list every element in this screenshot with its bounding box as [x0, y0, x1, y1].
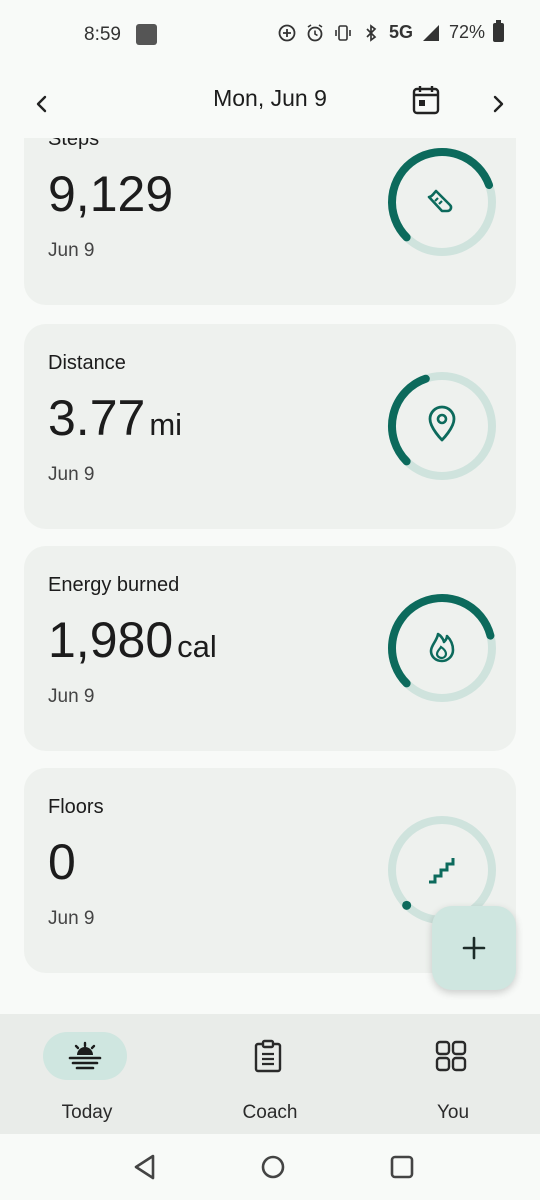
recents-icon[interactable] — [387, 1152, 417, 1182]
signal-icon — [422, 24, 439, 41]
progress-start-dot — [402, 900, 412, 910]
status-time: 8:59 — [84, 24, 121, 45]
calendar-button[interactable] — [406, 80, 446, 120]
location-pin-icon — [428, 405, 456, 442]
card-value: 9,129 — [48, 166, 173, 222]
card-label: Floors — [48, 796, 104, 818]
steps-progress-ring — [388, 148, 496, 256]
steps-card[interactable]: Steps 9,129 Jun 9 — [24, 138, 516, 305]
card-date: Jun 9 — [48, 686, 95, 707]
flame-icon — [429, 632, 455, 663]
card-date: Jun 9 — [48, 240, 95, 261]
sunrise-icon — [68, 1041, 102, 1070]
value-number: 1,980 — [48, 612, 174, 668]
nav-label: You — [436, 1102, 470, 1123]
stairs-icon — [429, 858, 455, 884]
nav-label: Today — [61, 1102, 113, 1123]
nav-item-today[interactable]: Today — [27, 1032, 147, 1123]
value-number: 0 — [48, 834, 76, 890]
chevron-right-icon — [493, 95, 504, 113]
bluetooth-icon — [366, 23, 377, 42]
value-unit: mi — [149, 407, 183, 442]
distance-card[interactable]: Distance 3.77 mi Jun 9 — [24, 324, 516, 529]
distance-progress-ring — [388, 372, 496, 480]
vibrate-icon — [335, 24, 351, 41]
date-header: Mon, Jun 9 — [0, 70, 540, 140]
grid-icon — [435, 1040, 467, 1072]
clipboard-icon — [254, 1039, 282, 1073]
energy-progress-ring — [388, 594, 496, 702]
sd-card-icon — [136, 24, 157, 45]
home-icon[interactable] — [258, 1152, 288, 1182]
card-value: 3.77 mi — [48, 390, 182, 453]
nav-icon-container — [409, 1032, 493, 1080]
battery-icon — [493, 20, 504, 42]
active-indicator — [43, 1032, 127, 1080]
shoe-icon — [427, 189, 453, 213]
add-button[interactable] — [432, 906, 516, 990]
bottom-navigation: Today Coach You — [0, 1014, 540, 1134]
status-bar: 8:59 5G 72% — [0, 0, 540, 70]
card-label: Energy burned — [48, 574, 180, 596]
card-value: 0 — [48, 834, 76, 890]
system-navigation-bar — [0, 1134, 540, 1200]
back-icon[interactable] — [130, 1152, 160, 1182]
data-saver-icon — [278, 24, 296, 41]
metrics-list[interactable]: Steps 9,129 Jun 9 Distance 3.77 mi Jun 9 … — [0, 138, 540, 1014]
card-label: Distance — [48, 352, 126, 374]
value-number: 9,129 — [48, 166, 174, 222]
page-title: Mon, Jun 9 — [213, 85, 327, 111]
nav-item-you[interactable]: You — [393, 1032, 513, 1123]
card-label: Steps — [48, 138, 100, 150]
energy-card[interactable]: Energy burned 1,980 cal Jun 9 — [24, 546, 516, 751]
value-unit: cal — [177, 629, 217, 664]
plus-icon — [462, 936, 486, 960]
alarm-icon — [307, 23, 323, 41]
card-date: Jun 9 — [48, 464, 95, 485]
network-type: 5G — [388, 22, 413, 42]
card-value: 1,980 cal — [48, 612, 217, 675]
nav-label: Coach — [242, 1102, 298, 1123]
nav-icon-container — [226, 1032, 310, 1080]
battery-percent: 72% — [448, 22, 485, 42]
nav-item-coach[interactable]: Coach — [210, 1032, 330, 1123]
value-number: 3.77 — [48, 390, 146, 446]
next-day-button[interactable] — [478, 84, 518, 124]
card-date: Jun 9 — [48, 908, 95, 929]
status-icons: 5G 72% — [277, 20, 504, 43]
calendar-icon — [412, 86, 440, 115]
